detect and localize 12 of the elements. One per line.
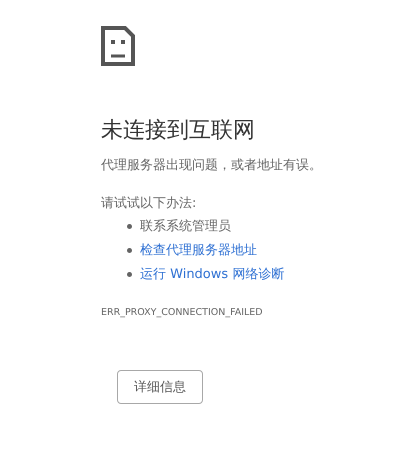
suggestion-link[interactable]: 运行 Windows 网络诊断 — [140, 265, 284, 283]
error-code: ERR_PROXY_CONNECTION_FAILED — [101, 307, 263, 318]
details-button[interactable]: 详细信息 — [117, 370, 203, 404]
suggestions-heading: 请试试以下办法: — [101, 195, 196, 213]
page-title: 未连接到互联网 — [101, 117, 255, 145]
bullet-icon — [127, 272, 132, 276]
error-message: 代理服务器出现问题，或者地址有误。 — [101, 157, 322, 175]
suggestion-text: 联系系统管理员 — [140, 218, 231, 235]
bullet-icon — [127, 224, 132, 228]
bullet-icon — [127, 248, 132, 252]
sad-page-icon — [101, 26, 135, 66]
suggestion-link[interactable]: 检查代理服务器地址 — [140, 241, 257, 259]
